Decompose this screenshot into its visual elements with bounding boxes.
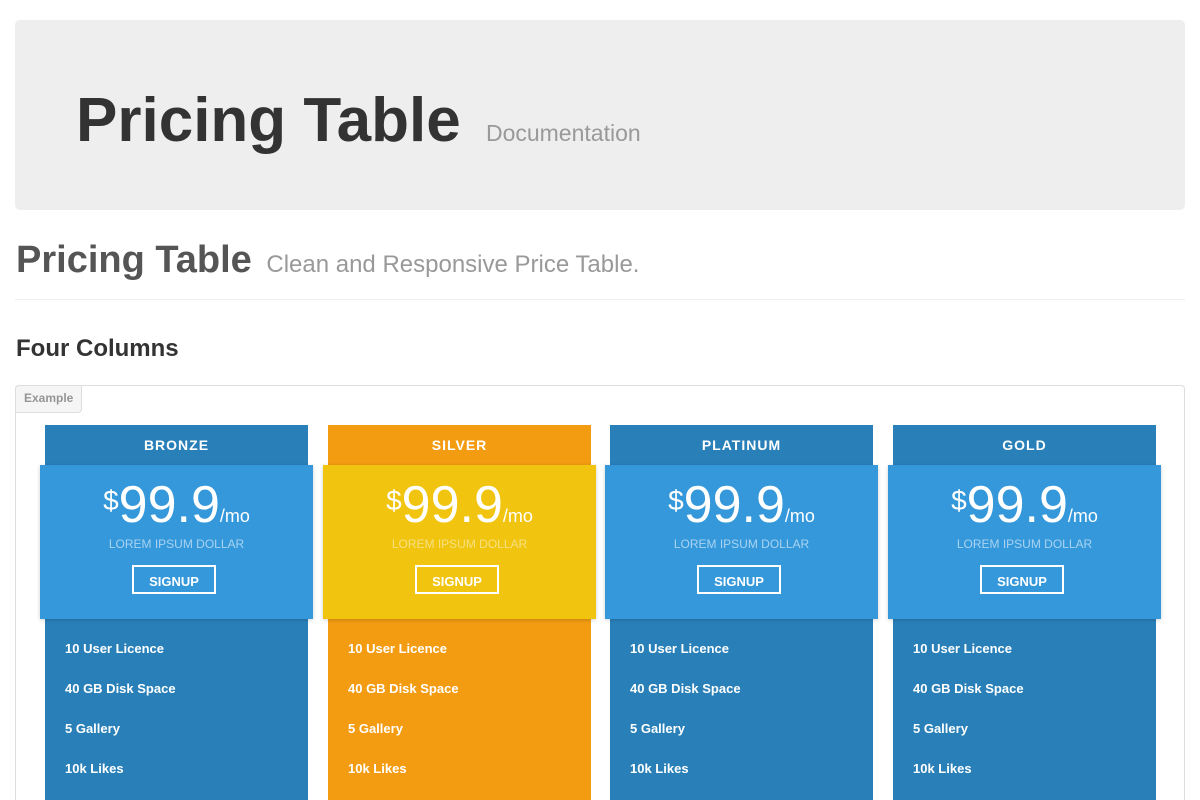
jumbotron-subtitle: Documentation: [485, 120, 641, 146]
price-period: /mo: [784, 506, 815, 526]
plan-price-box: $99.9/mo LOREM IPSUM DOLLAR SIGNUP: [40, 465, 313, 619]
price-currency: $: [386, 485, 402, 516]
section-title: Four Columns: [16, 335, 179, 362]
plan-name: SILVER: [328, 425, 591, 465]
price-period: /mo: [219, 506, 250, 526]
signup-button-platinum[interactable]: SIGNUP: [697, 565, 781, 594]
feature-item: 40 GB Disk Space: [913, 681, 1024, 696]
plan-tagline: LOREM IPSUM DOLLAR: [673, 537, 810, 551]
feature-item: 10k Likes: [65, 761, 124, 776]
feature-item: 5 Gallery: [630, 721, 685, 736]
plan-silver: SILVER $99.9/mo LOREM IPSUM DOLLAR SIGNU…: [323, 425, 596, 800]
signup-button-gold[interactable]: SIGNUP: [980, 565, 1064, 594]
page: Pricing Table Documentation Pricing Tabl…: [0, 0, 1200, 800]
feature-item: 10k Likes: [348, 761, 407, 776]
price-amount: 99.9: [683, 476, 785, 534]
plan-features: 10 User Licence 40 GB Disk Space 5 Galle…: [893, 619, 1156, 800]
feature-item: 5 Gallery: [913, 721, 968, 736]
signup-button-bronze[interactable]: SIGNUP: [132, 565, 216, 594]
example-label: Example: [15, 385, 83, 413]
plan-tagline: LOREM IPSUM DOLLAR: [391, 537, 528, 551]
feature-item: 10k Likes: [913, 761, 972, 776]
plan-name: BRONZE: [45, 425, 308, 465]
page-title-text: Pricing Table: [16, 239, 252, 281]
page-subtitle: Clean and Responsive Price Table.: [266, 251, 640, 278]
jumbotron-title-text: Pricing Table: [76, 86, 461, 155]
feature-item: 10k Likes: [630, 761, 689, 776]
jumbotron-title: Pricing Table Documentation: [76, 86, 641, 168]
plan-tagline: LOREM IPSUM DOLLAR: [956, 537, 1093, 551]
price-currency: $: [103, 485, 119, 516]
plan-platinum: PLATINUM $99.9/mo LOREM IPSUM DOLLAR SIG…: [605, 425, 878, 800]
plan-price-box: $99.9/mo LOREM IPSUM DOLLAR SIGNUP: [888, 465, 1161, 619]
plan-features: 10 User Licence 40 GB Disk Space 5 Galle…: [328, 619, 591, 800]
page-title: Pricing Table Clean and Responsive Price…: [16, 238, 639, 287]
feature-item: 40 GB Disk Space: [348, 681, 459, 696]
signup-button-silver[interactable]: SIGNUP: [415, 565, 499, 594]
plan-price-box: $99.9/mo LOREM IPSUM DOLLAR SIGNUP: [605, 465, 878, 619]
feature-item: 5 Gallery: [348, 721, 403, 736]
plan-features: 10 User Licence 40 GB Disk Space 5 Galle…: [610, 619, 873, 800]
feature-item: 40 GB Disk Space: [630, 681, 741, 696]
feature-item: 10 User Licence: [630, 641, 730, 656]
jumbotron: Pricing Table Documentation: [15, 20, 1185, 210]
plan-bronze: BRONZE $99.9/mo LOREM IPSUM DOLLAR SIGNU…: [40, 425, 313, 800]
plan-features: 10 User Licence 40 GB Disk Space 5 Galle…: [45, 619, 308, 800]
plan-price-box: $99.9/mo LOREM IPSUM DOLLAR SIGNUP: [323, 465, 596, 619]
price-amount: 99.9: [118, 476, 220, 534]
feature-item: 5 Gallery: [65, 721, 120, 736]
page-header: Pricing Table Clean and Responsive Price…: [15, 234, 1185, 300]
plan-price: $99.9/mo: [888, 479, 1161, 544]
feature-item: 40 GB Disk Space: [65, 681, 176, 696]
plan-name: GOLD: [893, 425, 1156, 465]
feature-item: 10 User Licence: [348, 641, 448, 656]
plan-tagline: LOREM IPSUM DOLLAR: [108, 537, 245, 551]
price-currency: $: [668, 485, 684, 516]
feature-item: 10 User Licence: [913, 641, 1013, 656]
price-amount: 99.9: [401, 476, 503, 534]
plan-price: $99.9/mo: [323, 479, 596, 544]
price-amount: 99.9: [966, 476, 1068, 534]
plan-name: PLATINUM: [610, 425, 873, 465]
price-period: /mo: [502, 506, 533, 526]
feature-item: 10 User Licence: [65, 641, 165, 656]
price-currency: $: [951, 485, 967, 516]
plan-gold: GOLD $99.9/mo LOREM IPSUM DOLLAR SIGNUP …: [888, 425, 1161, 800]
plan-price: $99.9/mo: [40, 479, 313, 544]
plan-price: $99.9/mo: [605, 479, 878, 544]
price-period: /mo: [1067, 506, 1098, 526]
